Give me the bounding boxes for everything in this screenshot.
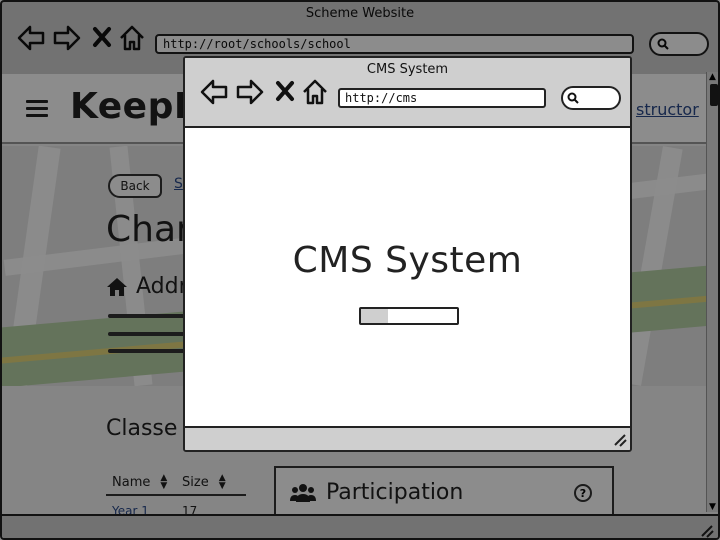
resize-grip-icon[interactable] <box>613 433 627 447</box>
loading-progress-bar <box>359 307 459 325</box>
progress-fill <box>361 309 388 323</box>
popup-heading: CMS System <box>292 240 523 281</box>
popup-title: CMS System <box>366 62 449 77</box>
popup-chrome: CMS System http://cms <box>185 58 630 128</box>
cms-popup-window: CMS System http://cms CMS System <box>183 56 632 452</box>
search-icon <box>567 92 579 104</box>
home-icon[interactable] <box>301 78 329 106</box>
popup-search-field[interactable] <box>561 86 621 110</box>
back-icon[interactable] <box>199 78 229 106</box>
popup-address-bar[interactable]: http://cms <box>338 88 546 108</box>
popup-status-bar <box>185 426 630 450</box>
stop-icon[interactable] <box>275 80 295 102</box>
forward-icon[interactable] <box>235 78 265 106</box>
